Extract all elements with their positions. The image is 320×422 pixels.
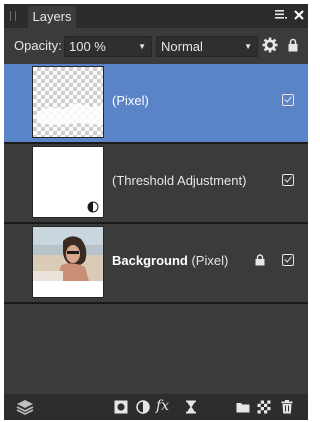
- layers-panel: Layers Opacity: 100 % ▼ Normal ▼ (Pixel)…: [4, 4, 308, 420]
- visibility-checkbox[interactable]: [282, 94, 294, 106]
- panel-menu-icon[interactable]: [274, 7, 288, 25]
- tab-layers[interactable]: Layers: [28, 6, 76, 28]
- layer-thumbnail: [32, 66, 104, 138]
- visibility-checkbox[interactable]: [282, 174, 294, 186]
- blend-mode-select[interactable]: Normal ▼: [156, 36, 258, 57]
- layer-row-threshold-adjustment[interactable]: (Threshold Adjustment): [4, 144, 308, 222]
- layer-divider: [4, 302, 308, 304]
- chevron-down-icon[interactable]: ▼: [138, 37, 146, 56]
- new-group-icon[interactable]: [236, 400, 250, 414]
- lock-icon[interactable]: [255, 254, 265, 266]
- layer-thumbnail: [32, 146, 104, 218]
- adjustment-icon[interactable]: [136, 400, 150, 414]
- new-pixel-layer-icon[interactable]: [257, 400, 271, 414]
- layer-row-background[interactable]: Background (Pixel): [4, 224, 308, 302]
- layer-options-bar: Opacity: 100 % ▼ Normal ▼: [4, 28, 308, 64]
- chevron-down-icon[interactable]: ▼: [244, 37, 252, 56]
- adjustment-badge-icon: [87, 201, 99, 213]
- layer-type: (Pixel): [191, 253, 229, 268]
- layer-name: Background: [112, 253, 188, 268]
- layer-stack-icon[interactable]: [16, 399, 34, 415]
- visibility-checkbox[interactable]: [282, 254, 294, 266]
- close-icon[interactable]: [293, 7, 305, 25]
- opacity-field[interactable]: 100 % ▼: [64, 36, 152, 57]
- opacity-label: Opacity:: [14, 38, 62, 53]
- live-filter-icon[interactable]: [184, 400, 198, 414]
- layer-label: Background (Pixel): [112, 253, 228, 268]
- panel-title-bar: Layers: [4, 4, 308, 28]
- layers-bottom-toolbar: fx: [4, 394, 308, 420]
- layer-label: (Threshold Adjustment): [112, 173, 247, 188]
- lock-icon[interactable]: [288, 38, 298, 57]
- delete-icon[interactable]: [280, 400, 294, 414]
- settings-icon[interactable]: [262, 37, 278, 58]
- blend-mode-value: Normal: [161, 39, 203, 54]
- opacity-value: 100 %: [69, 39, 106, 54]
- fx-icon[interactable]: fx: [156, 398, 176, 414]
- grip-icon[interactable]: [10, 11, 16, 21]
- layer-list: (Pixel) (Threshold Adjustment) Backgroun…: [4, 64, 308, 394]
- mask-icon[interactable]: [114, 400, 128, 414]
- layer-thumbnail: [32, 226, 104, 298]
- layer-row-pixel[interactable]: (Pixel): [4, 64, 308, 142]
- layer-label: (Pixel): [112, 93, 149, 108]
